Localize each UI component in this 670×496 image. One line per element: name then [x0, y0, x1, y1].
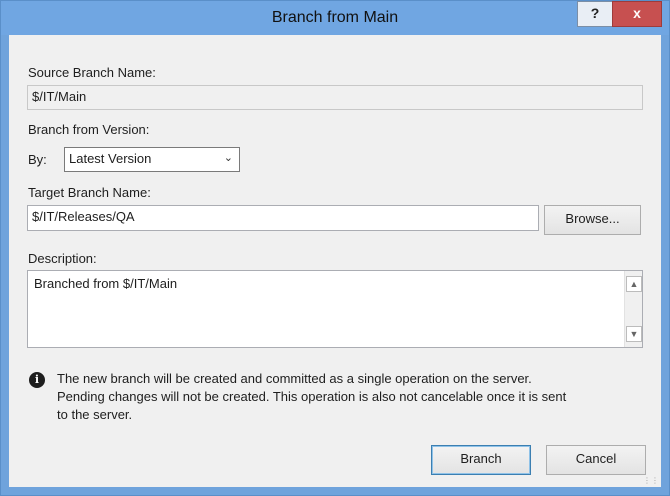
- info-line-1: The new branch will be created and commi…: [57, 371, 532, 386]
- info-icon: i: [29, 372, 45, 388]
- version-select-value: Latest Version: [69, 151, 152, 166]
- dialog-title: Branch from Main: [271, 9, 399, 26]
- help-button[interactable]: ?: [577, 1, 613, 27]
- version-select[interactable]: Latest Version ⌄: [64, 147, 240, 172]
- target-branch-label: Target Branch Name:: [28, 185, 151, 200]
- close-button[interactable]: x: [612, 1, 662, 27]
- source-branch-label: Source Branch Name:: [28, 65, 156, 80]
- scroll-up-icon[interactable]: ▲: [626, 276, 642, 292]
- description-text: Branched from $/IT/Main: [34, 276, 178, 291]
- dialog-content: Source Branch Name: $/IT/Main Branch fro…: [9, 35, 661, 487]
- cancel-button[interactable]: Cancel: [546, 445, 646, 475]
- description-scrollbar[interactable]: ▲ ▼: [624, 271, 642, 347]
- by-label: By:: [28, 152, 47, 167]
- target-branch-input[interactable]: $/IT/Releases/QA: [27, 205, 539, 231]
- dialog-window: Branch from Main ? x Source Branch Name:…: [0, 0, 670, 496]
- info-line-2: Pending changes will not be created. Thi…: [57, 389, 567, 404]
- chevron-down-icon: ⌄: [223, 152, 233, 164]
- browse-button[interactable]: Browse...: [544, 205, 641, 235]
- title-bar[interactable]: Branch from Main ? x: [1, 1, 669, 35]
- branch-version-label: Branch from Version:: [28, 122, 150, 137]
- info-line-3: to the server.: [57, 407, 133, 422]
- scroll-down-icon[interactable]: ▼: [626, 326, 642, 342]
- description-label: Description:: [28, 251, 97, 266]
- source-branch-field: $/IT/Main: [27, 85, 643, 110]
- branch-button[interactable]: Branch: [431, 445, 531, 475]
- description-textarea[interactable]: Branched from $/IT/Main ▲ ▼: [27, 270, 643, 348]
- resize-grip-icon[interactable]: ⋮⋮: [643, 476, 659, 485]
- info-message: The new branch will be created and commi…: [57, 370, 566, 424]
